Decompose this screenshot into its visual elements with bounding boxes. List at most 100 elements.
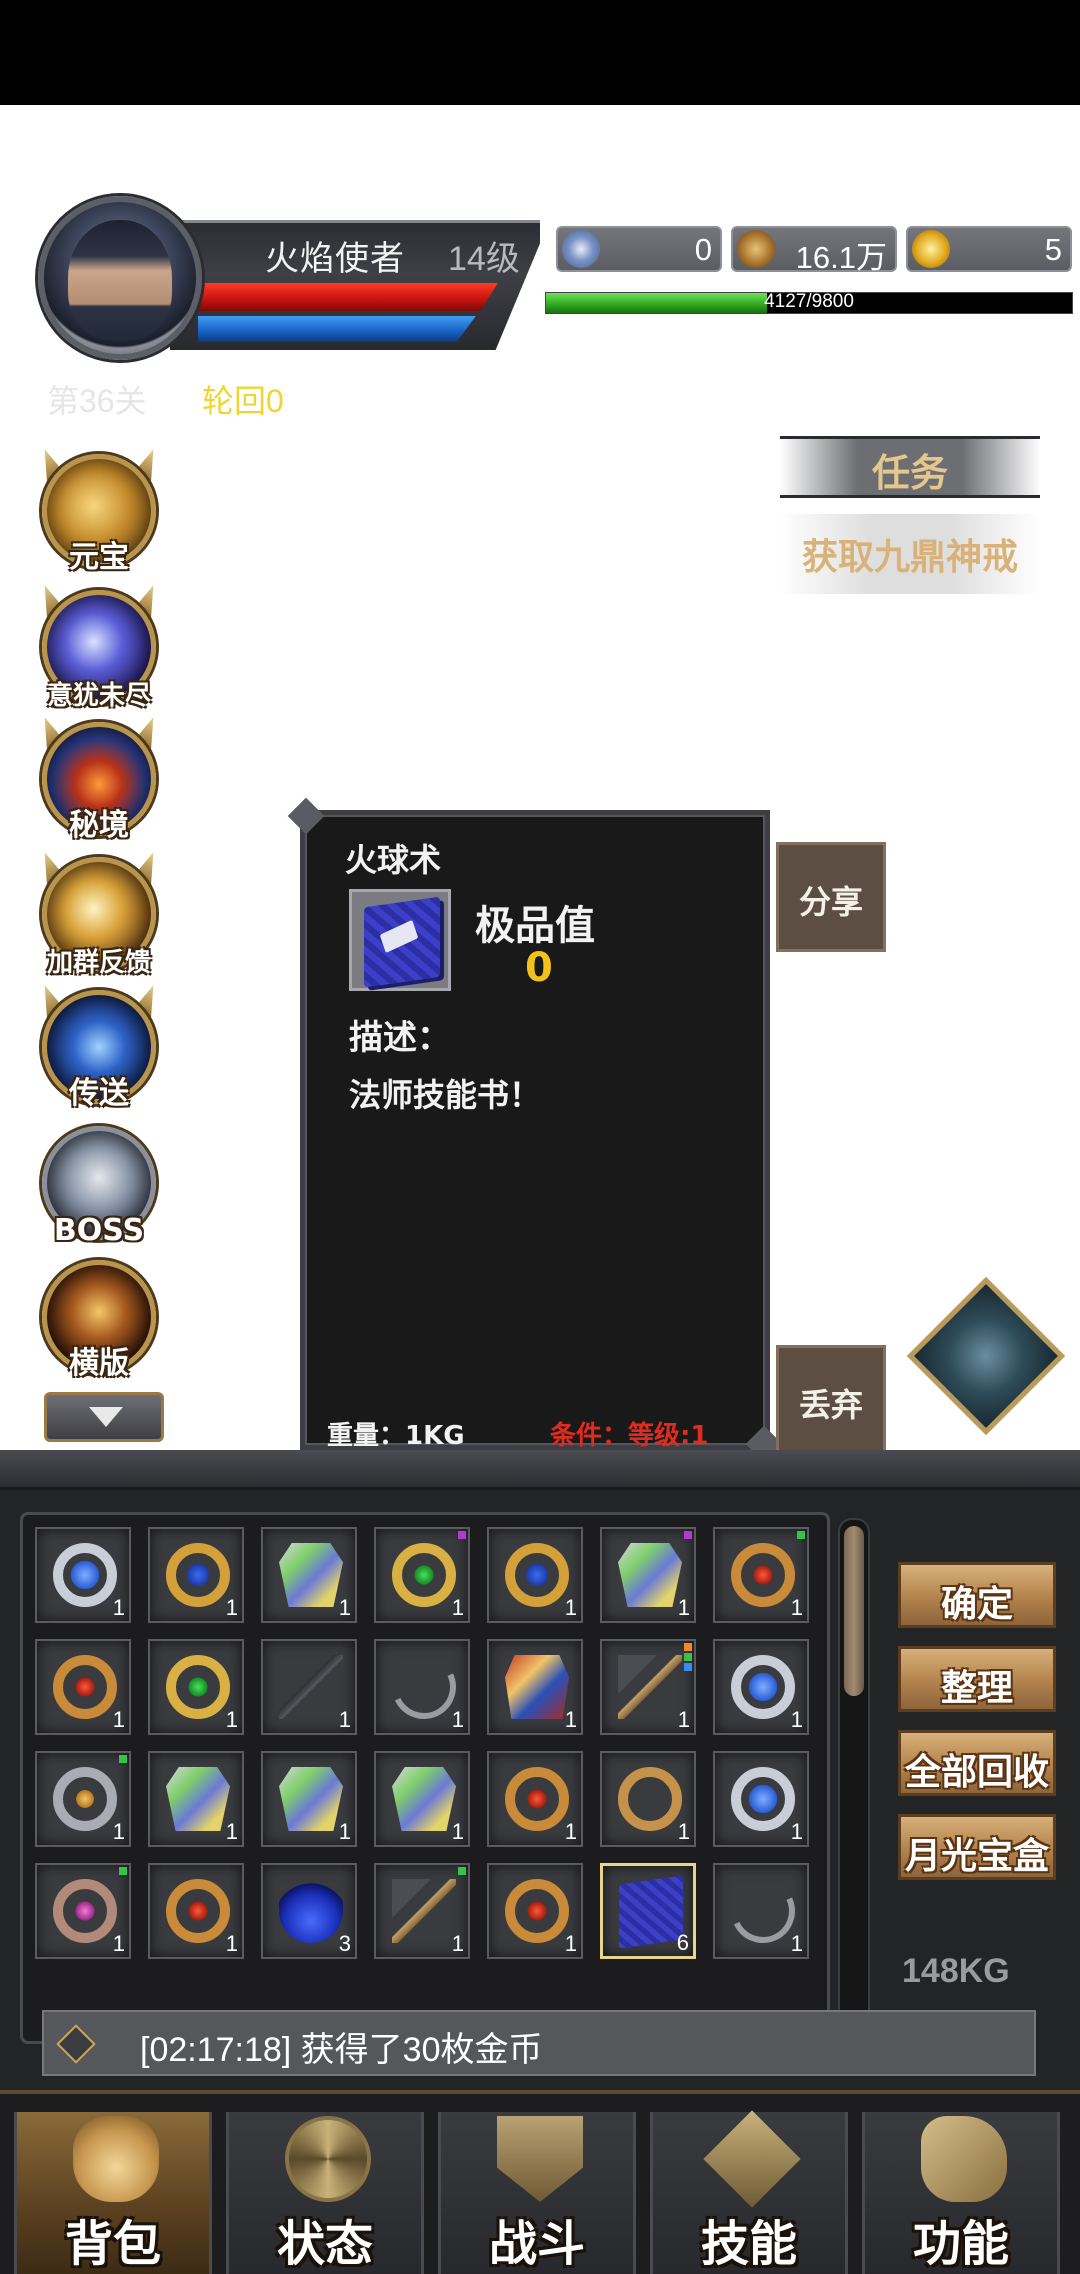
inventory-slot[interactable]: 1: [487, 1639, 583, 1735]
gold-sapphire-ring-icon: [166, 1543, 230, 1607]
player-avatar[interactable]: [38, 196, 202, 360]
side-menu-collapse-button[interactable]: [44, 1392, 164, 1442]
inventory-slot[interactable]: 1: [713, 1527, 809, 1623]
tooltip-item-name: 火球术: [345, 841, 442, 879]
dragon-emblem-icon[interactable]: [906, 1276, 1066, 1436]
inventory-slot[interactable]: 1: [713, 1639, 809, 1735]
side-menu-feedback[interactable]: 加群反馈: [32, 855, 166, 979]
bag-icon: [73, 2116, 159, 2202]
gold-sapphire-ring-icon: [505, 1543, 569, 1607]
side-menu-label: BOSS: [53, 1213, 145, 1248]
side-menu-boss[interactable]: BOSS: [32, 1124, 166, 1248]
inventory-slot[interactable]: 1: [261, 1751, 357, 1847]
inventory-slot[interactable]: 1: [35, 1639, 131, 1735]
side-menu-unfinished[interactable]: 意犹未尽: [32, 588, 166, 712]
side-menu-label: 秘境: [69, 808, 129, 843]
inventory-slot[interactable]: 1: [35, 1527, 131, 1623]
item-quality-badge: [119, 1867, 127, 1875]
inventory-slot[interactable]: 1: [487, 1527, 583, 1623]
item-quality-badge: [684, 1531, 692, 1539]
nav-tab-bag[interactable]: 背包: [14, 2112, 212, 2274]
status-bar: [0, 0, 1080, 105]
item-quality-badge: [797, 1531, 805, 1539]
ruby-gold-ring-icon: [505, 1879, 569, 1943]
dark-staff-icon: [279, 1655, 343, 1719]
function-hand-icon: [921, 2116, 1007, 2202]
task-description[interactable]: 获取九鼎神戒: [780, 528, 1040, 580]
item-count: 1: [677, 1595, 690, 1620]
currency-coin[interactable]: 16.1万: [731, 226, 897, 275]
item-count: 1: [451, 1595, 464, 1620]
inventory-slot[interactable]: 1: [487, 1863, 583, 1959]
ruby-gold-ring-icon: [166, 1879, 230, 1943]
inventory-slot[interactable]: 1: [374, 1639, 470, 1735]
sort-button[interactable]: 整理: [898, 1646, 1056, 1712]
inventory-slot[interactable]: 6: [600, 1863, 696, 1959]
task-header[interactable]: 任务: [780, 436, 1040, 498]
inventory-slot[interactable]: 1: [713, 1751, 809, 1847]
item-count: 6: [676, 1930, 689, 1955]
inventory-slot[interactable]: 1: [487, 1751, 583, 1847]
inventory-slot[interactable]: 1: [600, 1639, 696, 1735]
side-menu-yuanbao[interactable]: 元宝: [32, 452, 166, 576]
rebirth-label: 轮回0: [202, 383, 284, 419]
currency-gold-ingot[interactable]: 5: [906, 226, 1072, 272]
nav-tab-skills[interactable]: 技能: [650, 2110, 848, 2274]
scrollbar-thumb[interactable]: [844, 1526, 864, 1696]
moonlight-box-button[interactable]: 月光宝盒: [898, 1814, 1056, 1880]
nav-tab-label: 功能: [912, 2216, 1009, 2272]
inventory-slot[interactable]: 1: [148, 1527, 244, 1623]
inventory-slot[interactable]: 1: [600, 1751, 696, 1847]
inventory-slot[interactable]: 1: [148, 1639, 244, 1735]
player-name-bar: 火焰使者 14级: [170, 220, 540, 350]
inventory-slot[interactable]: 1: [261, 1527, 357, 1623]
item-count: 1: [112, 1595, 125, 1620]
recycle-all-button-label: 全部回收: [904, 1752, 1049, 1793]
inventory-slot[interactable]: 1: [35, 1863, 131, 1959]
inventory-slot[interactable]: 1: [374, 1527, 470, 1623]
inventory-slot[interactable]: 3: [261, 1863, 357, 1959]
inventory-slot[interactable]: 1: [148, 1863, 244, 1959]
hp-bar: [198, 283, 498, 311]
nav-tab-functions[interactable]: 功能: [862, 2112, 1060, 2274]
inventory-slot[interactable]: 1: [148, 1751, 244, 1847]
skill-book-icon: [364, 896, 440, 988]
tooltip-item-icon: [349, 889, 451, 991]
item-count: 3: [338, 1931, 351, 1956]
inventory-slot[interactable]: 1: [600, 1527, 696, 1623]
item-quality-badge: [684, 1663, 692, 1671]
message-bar[interactable]: [02:17:18] 获得了30枚金币: [42, 2010, 1036, 2076]
chevron-down-icon: [89, 1407, 123, 1427]
item-count: 1: [225, 1595, 238, 1620]
currency-value: 16.1万: [795, 240, 887, 275]
nav-tab-status[interactable]: 状态: [226, 2112, 424, 2274]
recycle-all-button[interactable]: 全部回收: [898, 1730, 1056, 1796]
share-button[interactable]: 分享: [776, 842, 886, 952]
inventory-slot[interactable]: 1: [261, 1639, 357, 1735]
item-quality-badge: [684, 1653, 692, 1661]
item-count: 1: [338, 1707, 351, 1732]
nav-tab-battle[interactable]: 战斗: [438, 2112, 636, 2274]
drop-button-label: 丢弃: [798, 1386, 863, 1424]
confirm-button[interactable]: 确定: [898, 1562, 1056, 1628]
item-count: 1: [112, 1707, 125, 1732]
side-menu-teleport[interactable]: 传送: [32, 988, 166, 1112]
topaz-silver-ring-icon: [53, 1767, 117, 1831]
blue-gem-silver-ring-icon: [731, 1655, 795, 1719]
skill-diamond-icon: [703, 2110, 801, 2208]
inventory-scrollbar[interactable]: [838, 1518, 870, 2046]
drop-button[interactable]: 丢弃: [776, 1345, 886, 1455]
inventory-slot[interactable]: 1: [374, 1751, 470, 1847]
message-expand-icon[interactable]: [56, 2024, 96, 2064]
side-menu-landscape[interactable]: 横版: [32, 1258, 166, 1382]
nav-tab-label: 背包: [64, 2216, 161, 2272]
inventory-slot[interactable]: 1: [35, 1751, 131, 1847]
currency-star-gem[interactable]: 0: [556, 226, 722, 272]
inventory-slot[interactable]: 1: [374, 1863, 470, 1959]
side-menu-secret-realm[interactable]: 秘境: [32, 720, 166, 844]
exp-text: 4127/9800: [764, 291, 854, 312]
inventory-slot[interactable]: 1: [713, 1863, 809, 1959]
emerald-gold-ring-icon: [166, 1655, 230, 1719]
item-count: 1: [564, 1595, 577, 1620]
side-menu-label: 加群反馈: [46, 948, 151, 978]
